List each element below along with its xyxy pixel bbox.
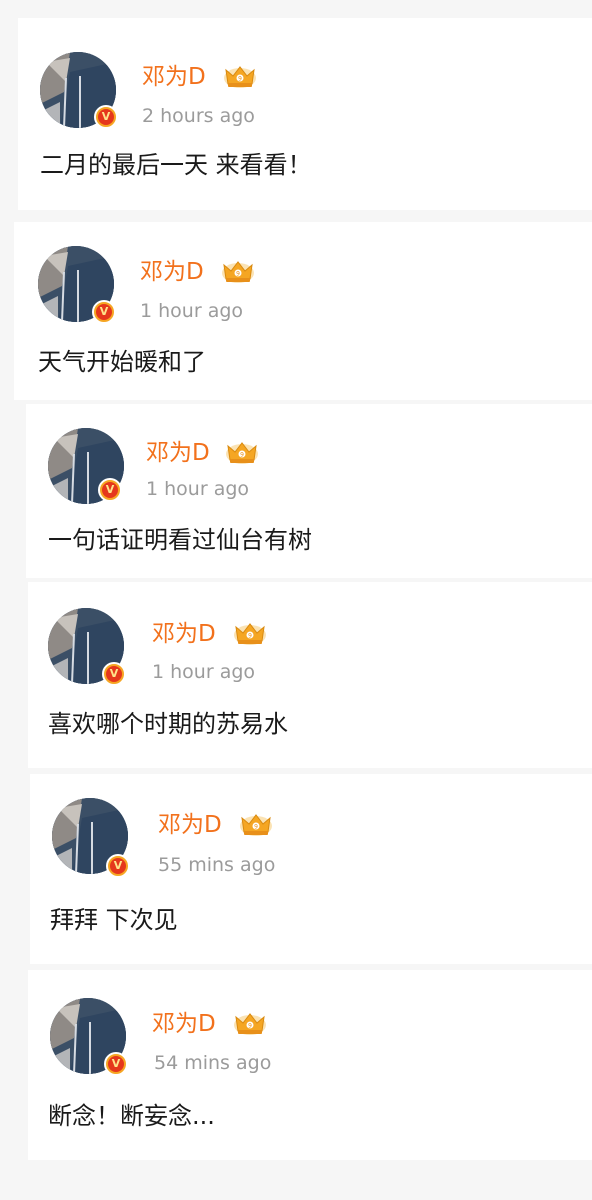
verified-badge-icon: V <box>104 1052 128 1076</box>
username[interactable]: 邓为D <box>146 439 210 467</box>
timestamp: 2 hours ago <box>142 105 255 127</box>
timestamp: 1 hour ago <box>146 478 250 500</box>
username[interactable]: 邓为D <box>152 1010 216 1038</box>
username[interactable]: 邓为D <box>158 811 222 839</box>
crown-icon: 9 <box>234 623 266 645</box>
timestamp: 54 mins ago <box>154 1052 272 1074</box>
verified-badge-icon: V <box>92 300 116 324</box>
comment-text: 断念！断妄念... <box>48 1102 215 1130</box>
svg-text:9: 9 <box>248 633 252 640</box>
comment-feed: V 邓为D 9 2 hours ago 二月的最后一天 来看看！ V 邓为D 9… <box>0 0 592 1200</box>
comment-card[interactable]: V 邓为D 9 2 hours ago 二月的最后一天 来看看！ <box>18 18 592 210</box>
comment-card[interactable]: V 邓为D 9 1 hour ago 天气开始暖和了 <box>14 222 592 400</box>
crown-icon: 9 <box>222 261 254 283</box>
crown-icon: 9 <box>226 442 258 464</box>
crown-icon: 9 <box>234 1013 266 1035</box>
verified-badge-icon: V <box>94 105 118 129</box>
verified-badge-icon: V <box>98 478 122 502</box>
username[interactable]: 邓为D <box>140 258 204 286</box>
verified-badge-icon: V <box>102 662 126 686</box>
comment-text: 喜欢哪个时期的苏易水 <box>48 710 288 738</box>
comment-card[interactable]: V 邓为D 9 54 mins ago 断念！断妄念... <box>28 970 592 1160</box>
username[interactable]: 邓为D <box>152 620 216 648</box>
crown-icon: 9 <box>224 66 256 88</box>
svg-text:9: 9 <box>254 824 258 831</box>
timestamp: 1 hour ago <box>152 661 256 683</box>
svg-text:9: 9 <box>240 452 244 459</box>
svg-text:9: 9 <box>236 271 240 278</box>
comment-text: 二月的最后一天 来看看！ <box>40 151 312 179</box>
timestamp: 1 hour ago <box>140 300 244 322</box>
comment-text: 拜拜 下次见 <box>50 906 178 934</box>
crown-icon: 9 <box>240 814 272 836</box>
comment-card[interactable]: V 邓为D 9 1 hour ago 一句话证明看过仙台有树 <box>26 404 592 578</box>
comment-card[interactable]: V 邓为D 9 1 hour ago 喜欢哪个时期的苏易水 <box>28 582 592 768</box>
comment-card[interactable]: V 邓为D 9 55 mins ago 拜拜 下次见 <box>30 774 592 964</box>
username[interactable]: 邓为D <box>142 63 206 91</box>
verified-badge-icon: V <box>106 854 130 878</box>
comment-text: 一句话证明看过仙台有树 <box>48 526 312 554</box>
svg-text:9: 9 <box>238 76 242 83</box>
svg-text:9: 9 <box>248 1023 252 1030</box>
comment-text: 天气开始暖和了 <box>38 348 206 376</box>
timestamp: 55 mins ago <box>158 854 276 876</box>
